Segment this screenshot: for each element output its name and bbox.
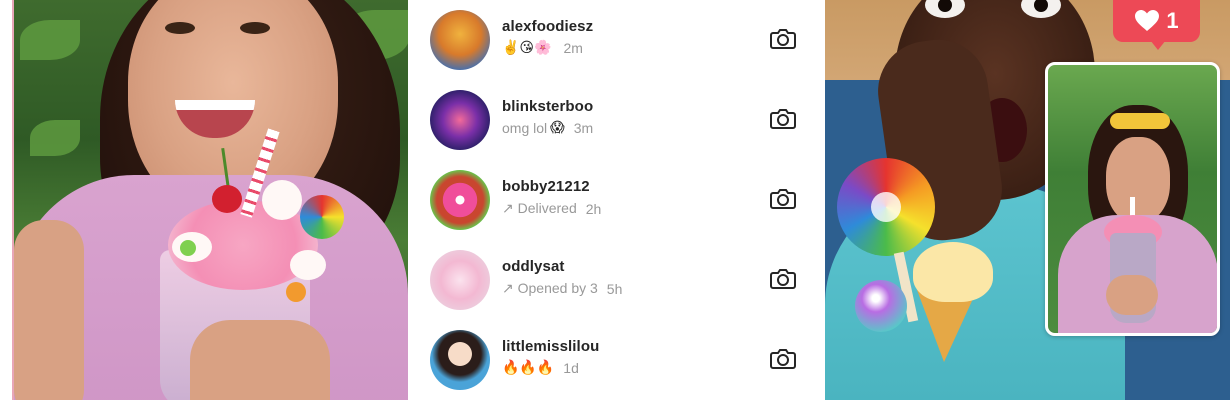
list-item[interactable]: oddlysat ↗ Opened by 3 5h — [408, 240, 825, 320]
camera-icon[interactable] — [770, 268, 796, 290]
eye — [240, 22, 270, 34]
lollipop — [300, 195, 344, 239]
hand — [190, 320, 330, 400]
lollipop-center — [871, 192, 901, 222]
left-photo — [0, 0, 408, 400]
message-preview: omg lol 😱 3m — [502, 120, 593, 136]
leaf-shape — [30, 120, 80, 156]
face — [1106, 137, 1170, 223]
like-count: 1 — [1166, 8, 1179, 33]
message-preview: 🔥🔥🔥 1d — [502, 360, 579, 376]
list-item[interactable]: littlemisslilou 🔥🔥🔥 1d — [408, 320, 825, 400]
heart-icon — [1135, 10, 1160, 31]
badge-pointer — [1150, 40, 1166, 50]
emoji: 🔥🔥🔥 — [502, 360, 555, 376]
avatar-blinksterboo[interactable] — [430, 90, 490, 150]
arm — [14, 220, 84, 400]
eye — [165, 22, 195, 34]
avatar-alexfoodiesz[interactable] — [430, 10, 490, 70]
whipped-cream — [290, 250, 326, 280]
username[interactable]: alexfoodiesz — [502, 18, 593, 35]
message-preview: ✌️😘🌸 2m — [502, 40, 583, 56]
timestamp: 5h — [606, 280, 623, 297]
status-text: omg lol — [502, 120, 548, 136]
timestamp: 2m — [563, 40, 583, 56]
avatar-bobby21212[interactable] — [430, 170, 490, 230]
candy-sticker — [855, 280, 907, 332]
username[interactable]: bobby21212 — [502, 178, 590, 195]
candy-ball — [286, 282, 306, 302]
sunglasses — [1110, 113, 1170, 129]
avatar-oddlysat[interactable] — [430, 250, 490, 310]
username[interactable]: littlemisslilou — [502, 338, 599, 355]
camera-icon[interactable] — [770, 108, 796, 130]
panel-edge-line — [12, 0, 14, 400]
hand — [1106, 275, 1158, 315]
list-item[interactable]: blinksterboo omg lol 😱 3m — [408, 80, 825, 160]
cherry — [212, 185, 242, 213]
inset-photo[interactable] — [1045, 62, 1220, 336]
avatar-littlemisslilou[interactable] — [430, 330, 490, 390]
message-preview: ↗ Opened by 3 5h — [502, 280, 622, 297]
timestamp: 1d — [563, 360, 579, 376]
whipped-cream — [262, 180, 302, 220]
emoji: 😱 — [550, 120, 565, 136]
timestamp: 3m — [573, 120, 594, 136]
status-text: ↗ Delivered — [502, 200, 577, 216]
username[interactable]: oddlysat — [502, 258, 564, 275]
ice-cream-scoop-sticker — [913, 242, 993, 302]
camera-icon[interactable] — [770, 188, 796, 210]
list-item[interactable]: alexfoodiesz ✌️😘🌸 2m — [408, 0, 825, 80]
candy-ball — [180, 240, 196, 256]
camera-icon[interactable] — [770, 348, 796, 370]
status-text: ↗ Opened by 3 — [502, 280, 598, 296]
direct-message-list: alexfoodiesz ✌️😘🌸 2m blinksterboo omg lo… — [408, 0, 825, 400]
leaf-shape — [20, 20, 80, 60]
message-preview: ↗ Delivered 2h — [502, 200, 601, 217]
timestamp: 2h — [585, 200, 602, 217]
emoji: ✌️😘🌸 — [502, 40, 552, 56]
camera-icon[interactable] — [770, 28, 796, 50]
like-notification-badge[interactable]: 1 — [1113, 0, 1200, 42]
username[interactable]: blinksterboo — [502, 98, 593, 115]
list-item[interactable]: bobby21212 ↗ Delivered 2h — [408, 160, 825, 240]
